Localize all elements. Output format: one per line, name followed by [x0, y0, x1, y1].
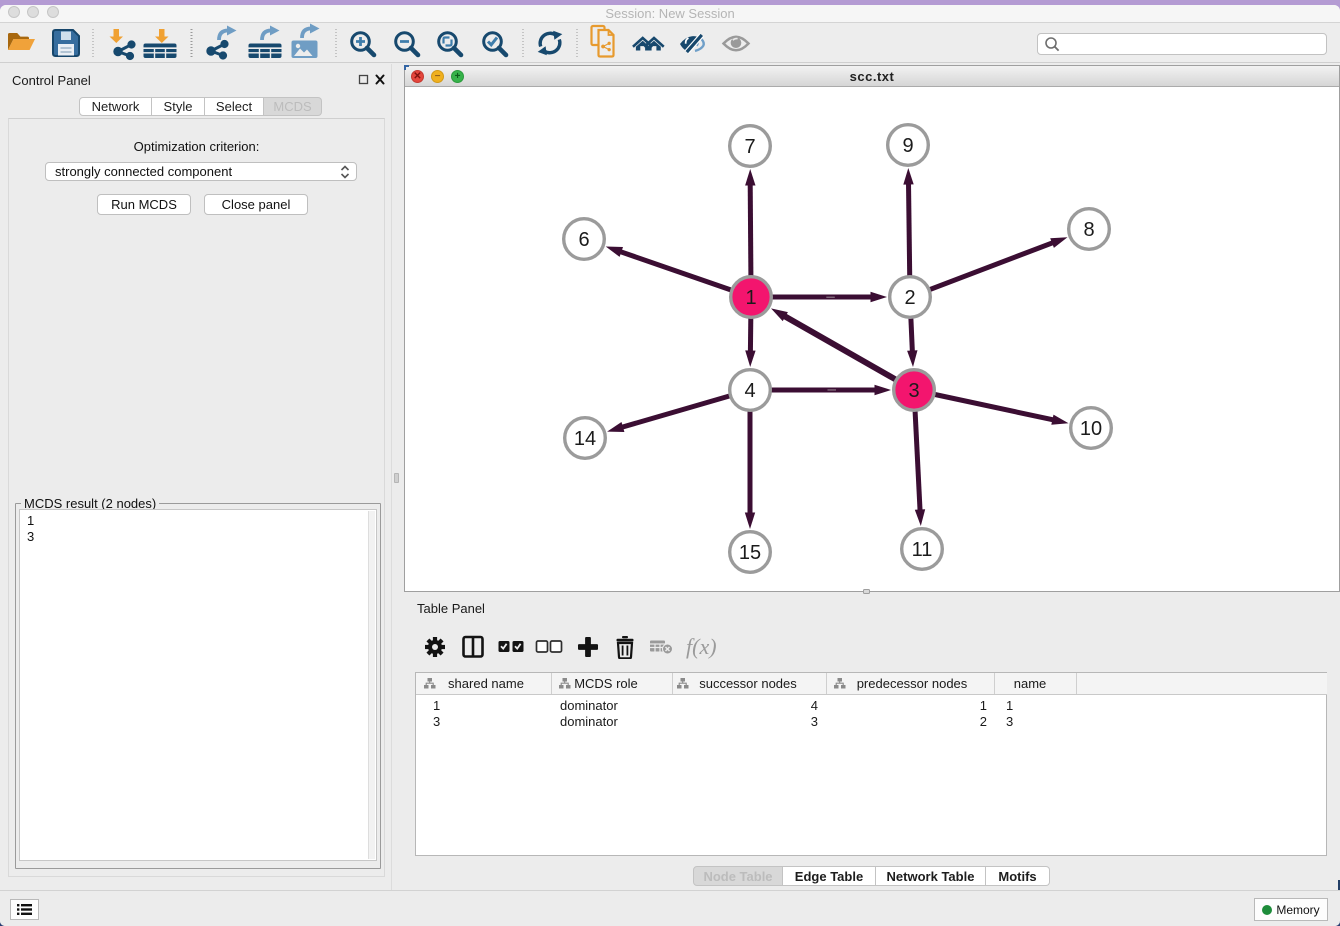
svg-text:2: 2: [904, 287, 915, 309]
svg-text:4: 4: [744, 380, 755, 402]
svg-text:1: 1: [745, 287, 756, 309]
svg-text:predecessor nodes: predecessor nodes: [857, 676, 968, 691]
svg-text:shared name: shared name: [448, 676, 524, 691]
svg-text:4: 4: [811, 698, 818, 713]
svg-text:15: 15: [739, 542, 761, 564]
svg-text:3: 3: [433, 714, 440, 729]
svg-text:8: 8: [1083, 219, 1094, 241]
svg-text:3: 3: [811, 714, 818, 729]
svg-text:1: 1: [433, 698, 440, 713]
svg-text:14: 14: [574, 428, 596, 450]
svg-text:2: 2: [980, 714, 987, 729]
svg-text:successor nodes: successor nodes: [699, 676, 797, 691]
svg-text:7: 7: [744, 136, 755, 158]
svg-text:1: 1: [980, 698, 987, 713]
svg-text:3: 3: [908, 380, 919, 402]
svg-text:dominator: dominator: [560, 698, 618, 713]
svg-text:6: 6: [578, 229, 589, 251]
svg-text:dominator: dominator: [560, 714, 618, 729]
svg-text:f(x): f(x): [686, 634, 717, 659]
svg-text:11: 11: [912, 539, 933, 561]
svg-text:1: 1: [1006, 698, 1013, 713]
svg-text:9: 9: [902, 135, 913, 157]
svg-text:name: name: [1014, 676, 1047, 691]
svg-text:MCDS role: MCDS role: [574, 676, 638, 691]
svg-text:3: 3: [1006, 714, 1013, 729]
svg-text:10: 10: [1080, 418, 1102, 440]
